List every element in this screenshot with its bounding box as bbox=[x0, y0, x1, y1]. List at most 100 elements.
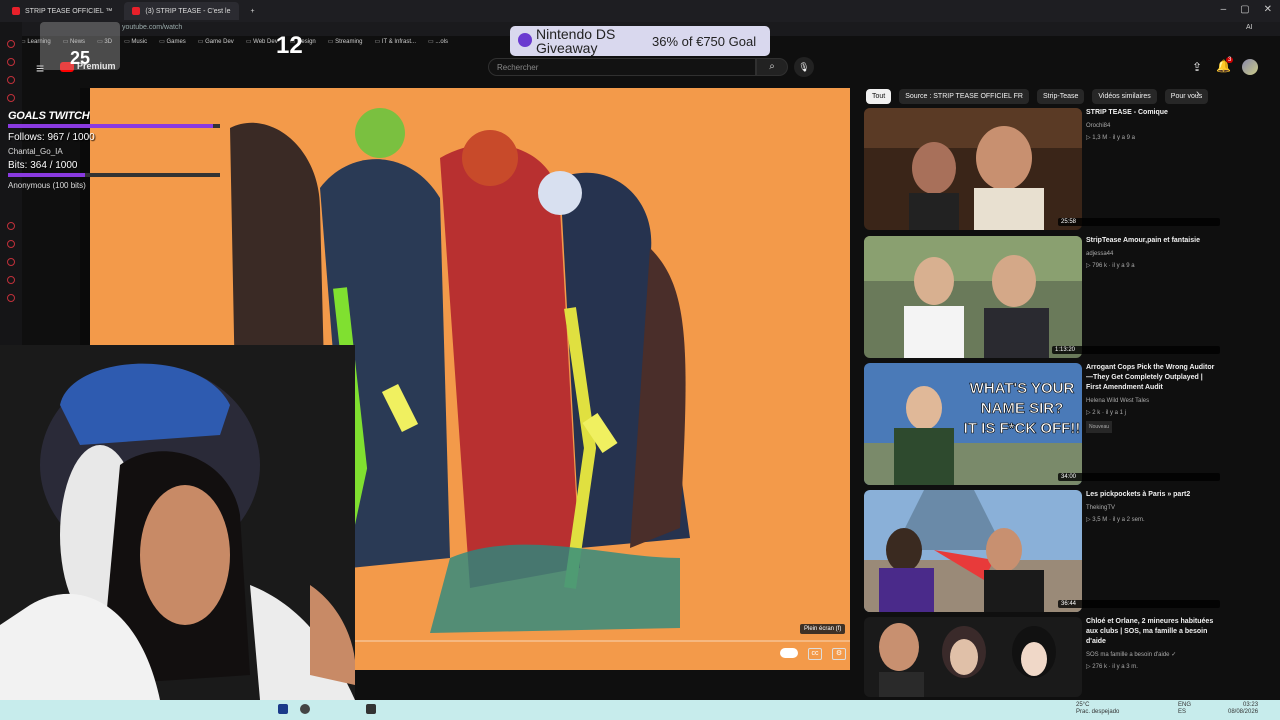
channel-name[interactable]: adjessa44 bbox=[1086, 249, 1218, 259]
taskbar-app-icon[interactable] bbox=[278, 704, 288, 714]
duration-badge: 36:44 bbox=[1058, 600, 1220, 608]
recommendation-title: STRIP TEASE - Comique Orochi84 ▷ 1,3 M ·… bbox=[1086, 108, 1218, 143]
clock-date: 08/08/2026 bbox=[1228, 709, 1259, 715]
sidebar-app-icon[interactable] bbox=[7, 58, 15, 66]
bookmark-streaming[interactable]: Streaming bbox=[328, 38, 362, 50]
recommendation-item[interactable]: WHAT'S YOUR NAME SIR? IT IS F*CK OFF!! 3… bbox=[864, 363, 1224, 485]
sidebar-app-icon[interactable] bbox=[7, 222, 15, 230]
taskbar-app-icon[interactable] bbox=[366, 704, 376, 714]
gift-icon bbox=[518, 33, 532, 47]
weather-widget[interactable]: 25°C Prac. despejado bbox=[1076, 702, 1119, 716]
channel-name[interactable]: SOS ma famille a besoin d'aide ✓ bbox=[1086, 650, 1218, 660]
channel-name[interactable]: ThekingTV bbox=[1086, 503, 1218, 513]
minimize-icon[interactable]: – bbox=[1221, 4, 1227, 15]
search-input[interactable]: Rechercher bbox=[488, 58, 756, 76]
video-meta: ▷ 276 k · il y a 3 m. bbox=[1086, 664, 1138, 670]
bits-goal-text: Bits: 364 / 1000 bbox=[8, 160, 78, 171]
chip-for-you[interactable]: Pour vous bbox=[1164, 88, 1209, 104]
thumbnail-text: WHAT'S YOUR bbox=[970, 380, 1075, 397]
viewer-counter-b: 12 bbox=[276, 32, 303, 59]
lang-primary: ENG bbox=[1178, 702, 1192, 708]
channel-name[interactable]: Orochi84 bbox=[1086, 121, 1218, 131]
sidebar-app-icon[interactable] bbox=[7, 294, 15, 302]
duration-badge: 25:58 bbox=[1058, 218, 1220, 226]
search-button[interactable]: ⌕ bbox=[756, 58, 788, 76]
bookmark-tools[interactable]: ...ols bbox=[428, 38, 448, 50]
new-badge: Nouveau bbox=[1086, 421, 1113, 433]
settings-gear-icon[interactable]: ⚙ bbox=[832, 648, 846, 660]
chip-strip-tease[interactable]: Strip-Tease bbox=[1036, 88, 1085, 104]
bookmark-it-infra[interactable]: IT & Infrast... bbox=[374, 38, 416, 50]
recommendation-item[interactable]: 1:13:20 StripTease Amour,pain et fantais… bbox=[864, 236, 1224, 358]
video-thumbnail bbox=[864, 490, 1082, 612]
filter-chips: Tout Source : STRIP TEASE OFFICIEL FR St… bbox=[866, 88, 1209, 104]
bookmark-web-dev[interactable]: Web Dev bbox=[246, 38, 278, 50]
giveaway-widget: Nintendo DS Giveaway 36% of €750 Goal bbox=[510, 26, 770, 56]
sidebar-app-icon[interactable] bbox=[7, 40, 15, 48]
weather-desc: Prac. despejado bbox=[1076, 709, 1120, 715]
close-icon[interactable]: ✕ bbox=[1264, 4, 1272, 15]
lang-secondary: ES bbox=[1178, 709, 1187, 715]
channel-name[interactable]: Helena Wild West Tales bbox=[1086, 396, 1218, 406]
follows-goal-text: Follows: 967 / 1000 bbox=[8, 132, 95, 143]
browser-tab-active[interactable]: (3) STRIP TEASE - C'est le bbox=[124, 2, 239, 20]
youtube-header: ≡ Premium Rechercher ⌕ 🎙 ⇪ 🔔 3 bbox=[22, 52, 1280, 84]
chevron-right-icon[interactable]: › bbox=[1196, 88, 1200, 100]
window-controls: – ▢ ✕ bbox=[1221, 4, 1272, 15]
new-tab-button[interactable]: + bbox=[243, 2, 263, 20]
last-bits: Anonymous (100 bits) bbox=[8, 181, 86, 190]
recommendation-item[interactable]: 36:44 Les pickpockets à Paris » part2 Th… bbox=[864, 490, 1224, 612]
duration-badge: 1:13:20 bbox=[1052, 346, 1220, 354]
account-avatar[interactable] bbox=[1242, 59, 1258, 75]
bookmark-game-dev[interactable]: Game Dev bbox=[198, 38, 234, 50]
fullscreen-tooltip: Plein écran (f) bbox=[800, 624, 846, 634]
clock-time: 03:23 bbox=[1243, 702, 1259, 708]
maximize-icon[interactable]: ▢ bbox=[1240, 4, 1249, 15]
weather-temp: 25°C bbox=[1076, 702, 1090, 708]
recommendation-title: Chloé et Orlane, 2 mineures habituées au… bbox=[1086, 617, 1218, 672]
video-title: Chloé et Orlane, 2 mineures habituées au… bbox=[1086, 618, 1214, 645]
recommendation-title: StripTease Amour,pain et fantaisie adjes… bbox=[1086, 236, 1218, 271]
sidebar-app-icon[interactable] bbox=[7, 240, 15, 248]
voice-search-button[interactable]: 🎙 bbox=[794, 57, 814, 77]
recommendation-item[interactable]: Chloé et Orlane, 2 mineures habituées au… bbox=[864, 617, 1224, 697]
microphone-icon: 🎙 bbox=[798, 62, 810, 72]
autoplay-toggle[interactable] bbox=[780, 648, 798, 658]
video-thumbnail: WHAT'S YOUR NAME SIR? IT IS F*CK OFF!! bbox=[864, 363, 1082, 485]
chip-similar[interactable]: Vidéos similaires bbox=[1092, 88, 1157, 104]
thumbnail-text: NAME SIR? bbox=[981, 400, 1064, 417]
sidebar-app-icon[interactable] bbox=[7, 76, 15, 84]
ai-button[interactable]: AI bbox=[1246, 24, 1253, 31]
create-upload-icon[interactable]: ⇪ bbox=[1192, 60, 1202, 74]
chip-source[interactable]: Source : STRIP TEASE OFFICIEL FR bbox=[899, 88, 1029, 104]
bookmark-games[interactable]: Games bbox=[159, 38, 185, 50]
video-title: Les pickpockets à Paris » part2 bbox=[1086, 491, 1191, 498]
sidebar-app-icon[interactable] bbox=[7, 276, 15, 284]
sidebar-app-icon[interactable] bbox=[7, 94, 15, 102]
video-title: StripTease Amour,pain et fantaisie bbox=[1086, 237, 1200, 244]
player-controls: cc ⚙ ⛶ bbox=[780, 648, 850, 660]
video-meta: ▷ 2 k · il y a 1 j bbox=[1086, 410, 1126, 416]
recommendation-item[interactable]: 25:58 STRIP TEASE - Comique Orochi84 ▷ 1… bbox=[864, 108, 1224, 230]
subtitles-icon[interactable]: cc bbox=[808, 648, 822, 660]
follows-goal-bar bbox=[8, 124, 220, 128]
goals-title: GOALS TWITCH bbox=[8, 110, 90, 122]
streamer-webcam bbox=[0, 345, 355, 700]
system-clock[interactable]: 03:23 08/08/2026 bbox=[1228, 702, 1258, 716]
youtube-favicon-icon bbox=[132, 7, 141, 15]
taskbar-app-icon[interactable] bbox=[300, 704, 310, 714]
recommendation-title: Les pickpockets à Paris » part2 ThekingT… bbox=[1086, 490, 1218, 525]
url-field[interactable]: youtube.com/watch bbox=[122, 24, 182, 31]
chip-all[interactable]: Tout bbox=[866, 88, 892, 104]
thumbnail-text: IT IS F*CK OFF!! bbox=[964, 420, 1081, 437]
os-taskbar: 25°C Prac. despejado ENG ES 03:23 08/08/… bbox=[0, 700, 1280, 720]
sidebar-app-icon[interactable] bbox=[7, 258, 15, 266]
bookmark-music[interactable]: Music bbox=[124, 38, 147, 50]
notification-count-badge: 3 bbox=[1226, 57, 1234, 63]
twitch-goals-widget: GOALS TWITCH Follows: 967 / 1000 Chantal… bbox=[8, 110, 228, 190]
giveaway-title: Nintendo DS Giveaway bbox=[536, 26, 616, 56]
duration-badge: 34:00 bbox=[1058, 473, 1220, 481]
language-indicator[interactable]: ENG ES bbox=[1178, 702, 1191, 716]
browser-tab[interactable]: STRIP TEASE OFFICIEL ™ bbox=[4, 2, 120, 20]
bits-goal-fill bbox=[8, 173, 86, 177]
